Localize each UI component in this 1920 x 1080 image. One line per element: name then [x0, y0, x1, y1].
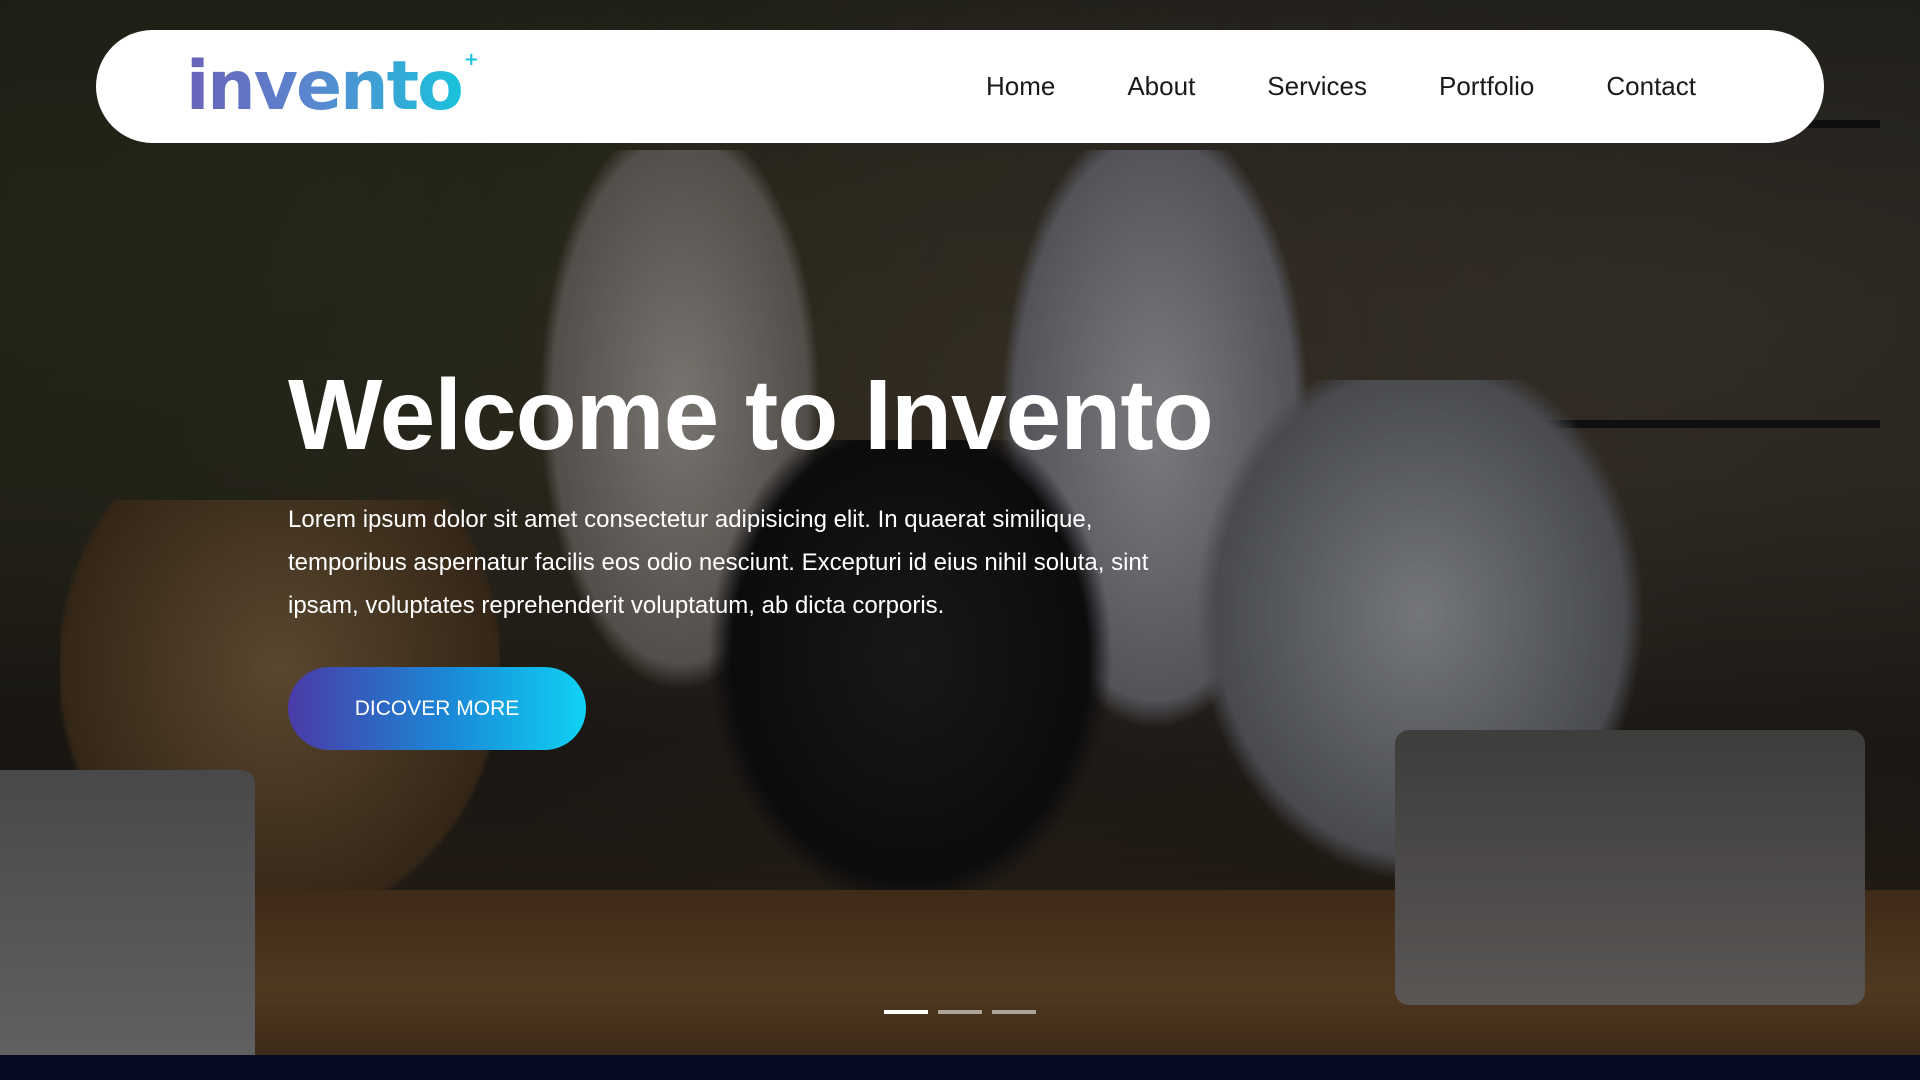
brand-logo[interactable]: invento + [186, 46, 479, 126]
discover-more-button[interactable]: DICOVER MORE [288, 667, 586, 750]
nav-menu: Home About Services Portfolio Contact [986, 71, 1696, 102]
nav-link-about[interactable]: About [1127, 71, 1195, 102]
slider-indicators [884, 1010, 1036, 1014]
slider-indicator-3[interactable] [992, 1010, 1036, 1014]
navbar: invento + Home About Services Portfolio … [96, 30, 1824, 143]
hero-description: Lorem ipsum dolor sit amet consectetur a… [288, 506, 1149, 619]
brand-logo-plus-mark: + [463, 48, 479, 70]
page-bottom-strip [0, 1055, 1920, 1080]
slider-indicator-2[interactable] [938, 1010, 982, 1014]
brand-logo-text: invento [186, 46, 464, 126]
nav-link-portfolio[interactable]: Portfolio [1439, 71, 1534, 102]
slider-indicator-1[interactable] [884, 1010, 928, 1014]
nav-link-services[interactable]: Services [1267, 71, 1367, 102]
hero-content: Welcome to Invento Lorem ipsum dolor sit… [288, 360, 1288, 750]
nav-link-contact[interactable]: Contact [1606, 71, 1696, 102]
nav-link-home[interactable]: Home [986, 71, 1055, 102]
hero-title: Welcome to Invento [288, 359, 1214, 471]
